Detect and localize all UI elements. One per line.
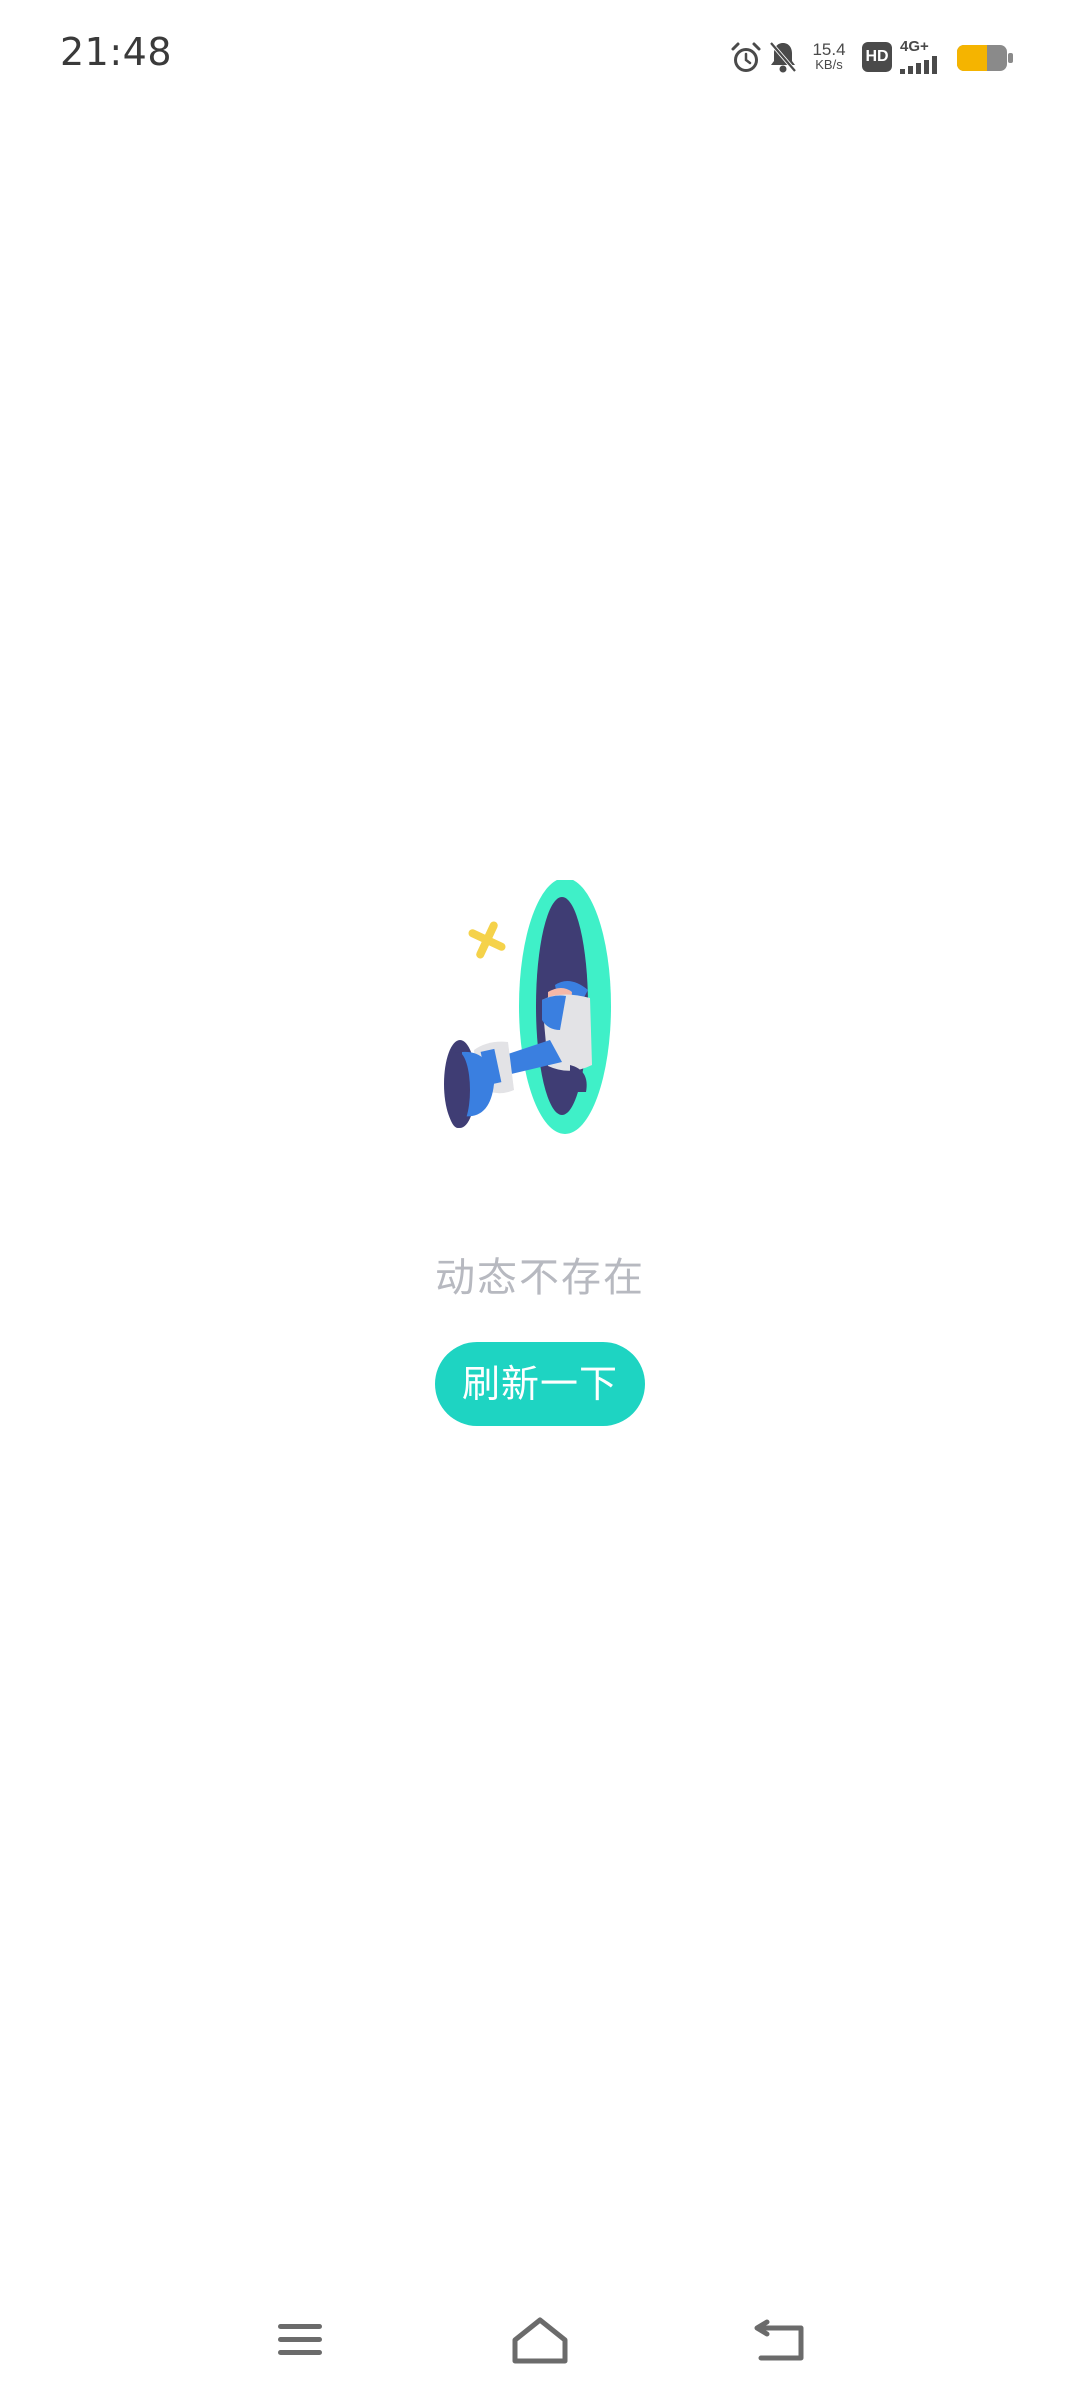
- home-button[interactable]: [505, 2310, 575, 2370]
- status-bar: 21:48 15.4 KB/s HD 4G+: [0, 0, 1080, 115]
- battery-icon: [957, 45, 1013, 71]
- alarm-icon: [731, 42, 761, 72]
- sparkle-icon: [468, 921, 506, 959]
- net-speed-value: 15.4: [812, 40, 846, 59]
- signal-icon: 4G+: [900, 38, 948, 78]
- net-speed: 15.4 KB/s: [805, 40, 853, 72]
- menu-button[interactable]: [265, 2310, 335, 2370]
- status-icons: 15.4 KB/s HD 4G+: [730, 38, 1020, 78]
- refresh-button[interactable]: 刷新一下: [435, 1342, 645, 1426]
- mute-icon: [769, 41, 797, 73]
- hd-label: HD: [865, 48, 889, 65]
- navigation-bar: [0, 2280, 1080, 2400]
- menu-icon: [278, 2324, 322, 2355]
- net-speed-unit: KB/s: [815, 57, 843, 72]
- status-time: 21:48: [60, 30, 173, 74]
- empty-message: 动态不存在: [435, 1255, 645, 1301]
- network-label: 4G+: [900, 38, 929, 55]
- hd-icon: HD: [862, 42, 892, 72]
- back-button[interactable]: [745, 2310, 815, 2370]
- home-icon: [512, 2317, 568, 2364]
- back-icon: [754, 2319, 804, 2361]
- empty-state: 动态不存在 刷新一下: [0, 880, 1080, 1440]
- portal-illustration: [444, 880, 611, 1134]
